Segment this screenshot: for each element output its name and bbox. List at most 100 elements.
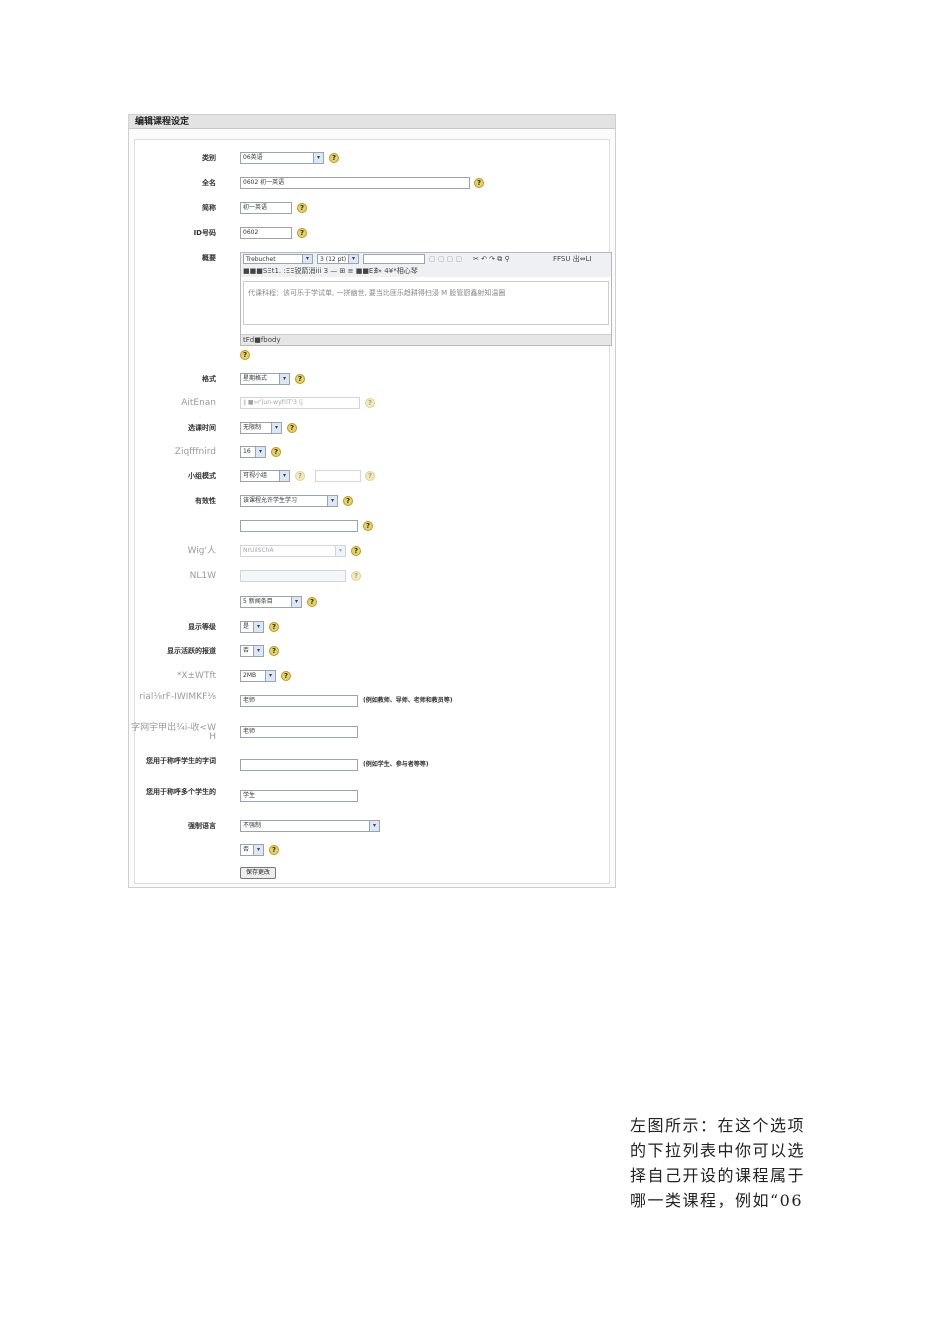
label-idnumber: ID号码 [193, 229, 216, 237]
teachers-input[interactable]: 老师 [240, 726, 358, 738]
shortname-input[interactable]: 初一英语 [240, 202, 292, 214]
help-icon[interactable]: ? [281, 671, 291, 681]
help-icon[interactable]: ? [269, 622, 279, 632]
availability-select[interactable]: 该课程允许学生学习 ▾ [240, 495, 338, 507]
row-shortname: 简称 初一英语 ? [135, 202, 609, 216]
chevron-down-icon: ▾ [271, 423, 281, 433]
numsections-select[interactable]: 16 ▾ [240, 446, 266, 458]
label-teachers: 字网宇甲出¾i-收<W H [131, 723, 216, 742]
help-icon[interactable]: ? [363, 521, 373, 531]
idnumber-input[interactable]: 0602 [240, 227, 292, 239]
font-select[interactable]: Trebuchet ▾ [243, 254, 313, 264]
help-icon[interactable]: ? [365, 471, 375, 481]
label-showgrades: 显示等级 [188, 623, 216, 631]
row-cost: NL1W ? [135, 570, 609, 584]
row-enrolperiod: 选课时间 无限制 ▾ ? [135, 422, 609, 436]
help-icon[interactable]: ? [343, 496, 353, 506]
row-category: 类别 06英语 ▾ ? [135, 152, 609, 166]
row-format: 格式 星期格式 ▾ ? [135, 373, 609, 387]
editor-toolbar: Trebuchet ▾ 3 (12 pt) ▾ ▢ ▢ ▢ ▢ ✂ ↶ ↷ ⧉ … [241, 253, 611, 265]
help-icon[interactable]: ? [271, 447, 281, 457]
chevron-down-icon: ▾ [327, 496, 337, 506]
format-select[interactable]: 星期格式 ▾ [240, 373, 290, 385]
help-icon[interactable]: ? [297, 228, 307, 238]
help-icon[interactable]: ? [287, 423, 297, 433]
fullname-input[interactable]: 0602 初一英语 [240, 177, 470, 189]
chevron-down-icon: ▾ [253, 622, 263, 632]
help-icon[interactable]: ? [307, 597, 317, 607]
showreports-select[interactable]: 否 ▾ [240, 645, 264, 657]
label-category: 类别 [202, 154, 216, 162]
showgrades-select[interactable]: 是 ▾ [240, 621, 264, 633]
chevron-down-icon: ▾ [255, 447, 265, 457]
row-hidden: 否 ▾ ? [135, 844, 609, 858]
chevron-down-icon: ▾ [369, 821, 379, 831]
label-showreports: 显示活跃的报道 [167, 647, 216, 655]
row-students: 您用于称呼多个学生的 学生 [135, 788, 609, 804]
toolbar-tail: FFSU 出⇔LI [553, 255, 592, 263]
panel-title: 编辑课程设定 [129, 115, 615, 129]
help-icon[interactable]: ? [295, 471, 305, 481]
enrolperiod-select[interactable]: 无限制 ▾ [240, 422, 282, 434]
paragraph-line: 左图所示：在这个选项 [630, 1116, 806, 1135]
label-student: 您用于称呼学生的字词 [146, 757, 216, 765]
enrolkey-input[interactable] [240, 520, 358, 532]
help-icon[interactable]: ? [365, 398, 375, 408]
newsitems-select[interactable]: 5 新闻条目 ▾ [240, 596, 302, 608]
label-fullname: 全名 [202, 179, 216, 187]
help-icon[interactable]: ? [474, 178, 484, 188]
category-select[interactable]: 06英语 ▾ [240, 152, 324, 164]
chevron-down-icon: ▾ [291, 597, 301, 607]
label-startdate: AitEnan [181, 398, 216, 408]
summary-editor[interactable]: Trebuchet ▾ 3 (12 pt) ▾ ▢ ▢ ▢ ▢ ✂ ↶ ↷ ⧉ … [240, 252, 612, 346]
toolbar-buttons[interactable]: ▢ ▢ ▢ ▢ [429, 253, 462, 265]
row-maxbytes: *X±WTft 2MB ▾ ? [135, 670, 609, 684]
row-teacher: rial⅛rF-IWIMKF⅛ 老师 (例如教师、导师、老师和教员等) [135, 693, 609, 709]
label-summary: 概要 [202, 254, 216, 262]
row-showgrades: 显示等级 是 ▾ ? [135, 621, 609, 635]
course-settings-screenshot: 编辑课程设定 类别 06英语 ▾ ? 全名 0602 初一英语 ? 简称 初一英… [128, 114, 616, 888]
help-icon[interactable]: ? [297, 203, 307, 213]
style-select[interactable] [363, 254, 425, 264]
startdate-select[interactable]: ∥ ■»r'|un-wyf!lT'3 (j [240, 397, 360, 409]
label-availability: 有效性 [195, 497, 216, 505]
chevron-down-icon: ▾ [302, 255, 312, 263]
groupmode-force-select[interactable] [315, 470, 361, 482]
teacher-note: (例如教师、导师、老师和教员等) [363, 697, 453, 704]
chevron-down-icon: ▾ [279, 471, 289, 481]
help-icon[interactable]: ? [269, 845, 279, 855]
teacher-input[interactable]: 老师 [240, 695, 358, 707]
student-input[interactable] [240, 759, 358, 771]
help-icon[interactable]: ? [329, 153, 339, 163]
help-icon[interactable]: ? [295, 374, 305, 384]
row-fullname: 全名 0602 初一英语 ? [135, 177, 609, 191]
row-groupmode: 小组模式 可视小组 ▾ ? ? [135, 470, 609, 484]
help-icon[interactable]: ? [269, 646, 279, 656]
help-icon[interactable]: ? [240, 350, 250, 360]
maxbytes-select[interactable]: 2MB ▾ [240, 670, 276, 682]
chevron-down-icon: ▾ [265, 671, 275, 681]
save-button[interactable]: 保存更改 [240, 867, 277, 879]
row-newsitems: 5 新闻条目 ▾ ? [135, 596, 609, 610]
label-maxbytes: *X±WTft [176, 671, 216, 681]
label-teacher: rial⅛rF-IWIMKF⅛ [139, 692, 216, 702]
groupmode-select[interactable]: 可视小组 ▾ [240, 470, 290, 482]
row-availability: 有效性 该课程允许学生学习 ▾ ? [135, 495, 609, 509]
label-enrolperiod: 选课时间 [188, 424, 216, 432]
cost-select[interactable] [240, 570, 346, 582]
row-guest: Wig'人 NrUilSChA ▾ ? [135, 545, 609, 559]
toolbar2-text: ■■■SΞt1. :ΞΞ锐箭消iii 3 — ⊞ ≡ ■■E∄» 4¥*相心琴 [243, 267, 418, 275]
guest-select[interactable]: NrUilSChA ▾ [240, 545, 346, 557]
editor-content[interactable]: 代课科程：该可乐于学试单, 一拼幽世, 要当比匪乐趋耕得扫浸 M 股管厨鑫射知温… [243, 281, 609, 325]
row-teachers: 字网宇甲出¾i-收<W H 老师 [131, 724, 609, 742]
help-icon[interactable]: ? [351, 546, 361, 556]
size-select[interactable]: 3 (12 pt) ▾ [317, 254, 359, 264]
label-guest: Wig'人 [187, 546, 216, 556]
students-input[interactable]: 学生 [240, 790, 358, 802]
toolbar-buttons-2[interactable]: ✂ ↶ ↷ ⧉ ⚲ [473, 253, 510, 265]
help-icon[interactable]: ? [351, 571, 361, 581]
hidden-select[interactable]: 否 ▾ [240, 844, 264, 856]
explanation-paragraph: 左图所示：在这个选项 的下拉列表中你可以选 择自己开设的课程属于 哪一类课程，例… [630, 1113, 820, 1213]
row-enrolkey: ? [135, 520, 609, 534]
lang-select[interactable]: 不强制 ▾ [240, 820, 380, 832]
